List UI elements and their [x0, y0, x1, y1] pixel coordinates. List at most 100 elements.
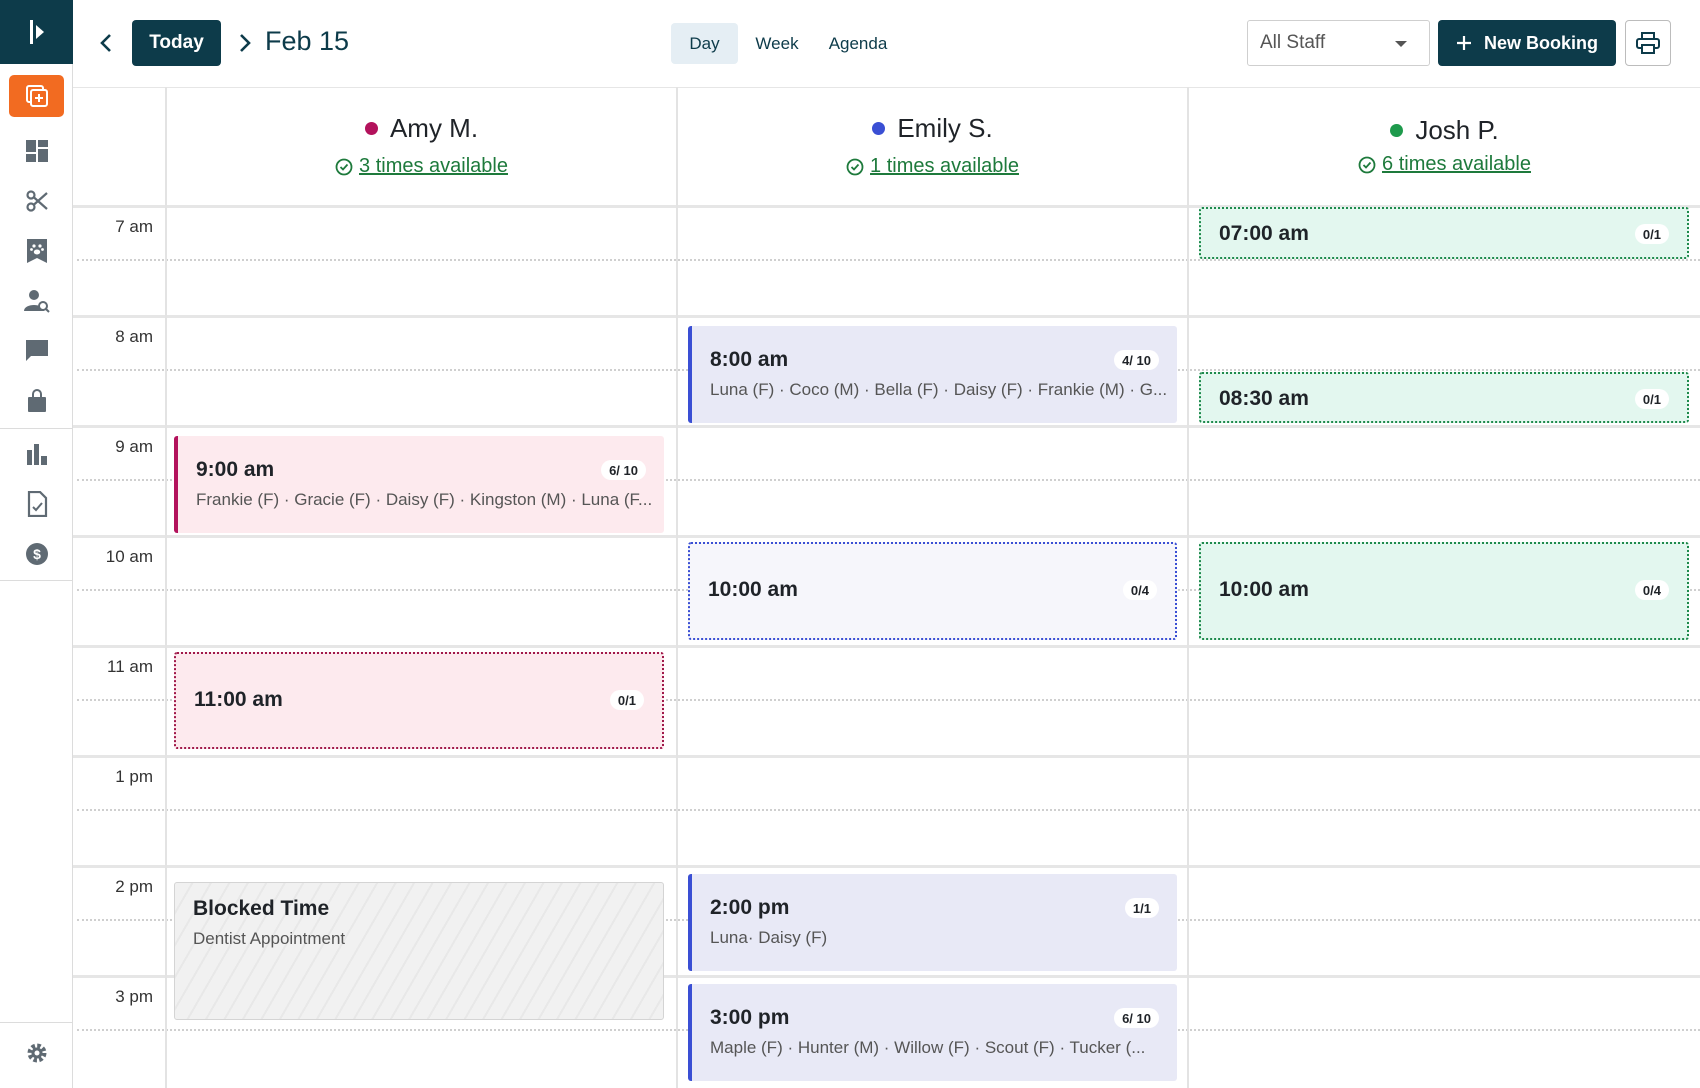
appointment-time: 9:00 am [196, 458, 275, 481]
logo[interactable] [0, 0, 73, 64]
new-booking-icon [25, 85, 48, 107]
availability-link[interactable]: 6 times available [1189, 153, 1700, 176]
collapse-sidebar-icon [29, 20, 44, 44]
tab-week[interactable]: Week [747, 23, 807, 64]
sidebar-divider [0, 580, 73, 581]
hour-label: 8 am [115, 327, 153, 346]
messages-nav[interactable] [9, 330, 64, 372]
pet-list: Frankie (F) · Gracie (F) · Daisy (F) · K… [196, 490, 653, 509]
hour-label: 1 pm [115, 767, 153, 786]
calendar-header: Today Feb 15 Day Week Agenda All Staff N… [73, 0, 1700, 87]
pet-list: Luna· Daisy (F) [710, 928, 828, 947]
dashboard-icon [25, 140, 48, 162]
messages-icon [25, 340, 48, 361]
capacity-badge: 6/ 10 [1114, 1008, 1159, 1028]
billing-icon: $ [25, 543, 48, 565]
hour-divider [73, 865, 1700, 868]
reports-nav[interactable] [9, 433, 64, 475]
capacity-badge: 0/4 [1634, 580, 1669, 600]
availability-label: 1 times available [870, 155, 1019, 177]
svg-text:$: $ [33, 546, 41, 562]
availability-label: 3 times available [359, 155, 508, 177]
staff-filter-select[interactable]: All Staff [1247, 20, 1430, 66]
new-booking-nav[interactable] [9, 75, 64, 117]
capacity-badge: 0/4 [1122, 580, 1157, 600]
capacity-badge: 1/1 [1124, 898, 1159, 918]
staff-column-header: Amy M. 3 times available [167, 87, 676, 205]
slot-time: 08:30 am [1219, 387, 1309, 410]
prev-day-button[interactable] [94, 28, 118, 58]
blocked-time-card[interactable]: Blocked Time Dentist Appointment [174, 882, 664, 1020]
customer-search-icon [23, 290, 50, 313]
pets-nav[interactable] [9, 230, 64, 272]
plus-icon [1456, 36, 1471, 50]
pet-list: Maple (F) · Hunter (M) · Willow (F) · Sc… [710, 1038, 1146, 1057]
today-button[interactable]: Today [132, 20, 221, 66]
availability-label: 6 times available [1382, 153, 1531, 175]
dashboard-nav[interactable] [9, 130, 64, 172]
hour-divider [73, 755, 1700, 758]
shop-bag-icon [27, 389, 46, 412]
day-calendar-grid: 7 am 8 am 9 am 10 am 11 am 1 pm 2 pm 3 p… [73, 87, 1700, 1088]
pet-book-icon [26, 239, 47, 263]
appointment-card[interactable]: 3:00 pm 6/ 10 Maple (F) · Hunter (M) · W… [688, 984, 1177, 1081]
chevron-right-icon [240, 34, 251, 52]
appointment-card[interactable]: 8:00 am 4/ 10 Luna (F) · Coco (M) · Bell… [688, 326, 1177, 423]
hour-divider [73, 645, 1700, 648]
next-day-button[interactable] [233, 28, 257, 58]
hour-divider [73, 425, 1700, 428]
print-button[interactable] [1625, 20, 1671, 66]
new-booking-button[interactable]: New Booking [1438, 20, 1616, 66]
appointment-time: 3:00 pm [710, 1006, 790, 1029]
appointment-card[interactable]: 9:00 am 6/ 10 Frankie (F) · Gracie (F) ·… [174, 436, 664, 533]
availability-link[interactable]: 3 times available [167, 155, 676, 178]
billing-nav[interactable]: $ [9, 533, 64, 575]
documents-nav[interactable] [9, 483, 64, 525]
settings-nav[interactable] [9, 1032, 64, 1074]
printer-icon [1636, 32, 1660, 54]
staff-name: Emily S. [678, 113, 1187, 144]
staff-color-dot [872, 122, 886, 135]
half-hour-divider [77, 259, 1700, 261]
open-slot-card[interactable]: 11:00 am 0/1 [174, 652, 664, 749]
tab-day[interactable]: Day [671, 23, 738, 64]
column-divider [1187, 87, 1189, 1088]
shop-nav[interactable] [9, 380, 64, 422]
staff-color-dot [364, 122, 378, 135]
hour-divider [73, 535, 1700, 538]
dropdown-caret-icon [1395, 41, 1407, 47]
new-booking-label: New Booking [1483, 32, 1598, 53]
staff-color-dot [1390, 124, 1404, 137]
staff-filter-value: All Staff [1260, 32, 1326, 53]
document-icon [27, 491, 47, 517]
availability-link[interactable]: 1 times available [678, 155, 1187, 178]
scissors-icon [25, 190, 48, 212]
pet-list: Luna (F) · Coco (M) · Bella (F) · Daisy … [710, 380, 1168, 399]
hour-divider [73, 315, 1700, 318]
check-circle-icon [846, 158, 864, 175]
tab-agenda[interactable]: Agenda [821, 23, 895, 64]
open-slot-card[interactable]: 10:00 am 0/4 [688, 542, 1177, 640]
open-slot-card[interactable]: 07:00 am 0/1 [1199, 207, 1689, 259]
slot-time: 10:00 am [1219, 578, 1309, 601]
hour-label: 7 am [115, 217, 153, 236]
grooming-nav[interactable] [9, 180, 64, 222]
open-slot-card[interactable]: 08:30 am 0/1 [1199, 372, 1689, 423]
slot-time: 11:00 am [194, 688, 283, 711]
sidebar: $ [0, 0, 73, 1088]
hour-label: 10 am [105, 547, 153, 566]
capacity-badge: 0/1 [1634, 224, 1669, 244]
capacity-badge: 6/ 10 [601, 460, 646, 480]
appointment-time: 8:00 am [710, 348, 789, 371]
sidebar-divider [0, 428, 73, 429]
customers-nav[interactable] [9, 280, 64, 322]
slot-time: 10:00 am [708, 578, 798, 601]
open-slot-card[interactable]: 10:00 am 0/4 [1199, 542, 1689, 640]
appointment-card[interactable]: 2:00 pm 1/1 Luna· Daisy (F) [688, 874, 1177, 971]
staff-name-label: Josh P. [1415, 115, 1499, 145]
staff-name: Amy M. [167, 113, 676, 144]
settings-icon [27, 1043, 46, 1063]
capacity-badge: 0/1 [1634, 389, 1669, 409]
half-hour-divider [77, 809, 1700, 811]
current-date: Feb 15 [265, 26, 350, 56]
